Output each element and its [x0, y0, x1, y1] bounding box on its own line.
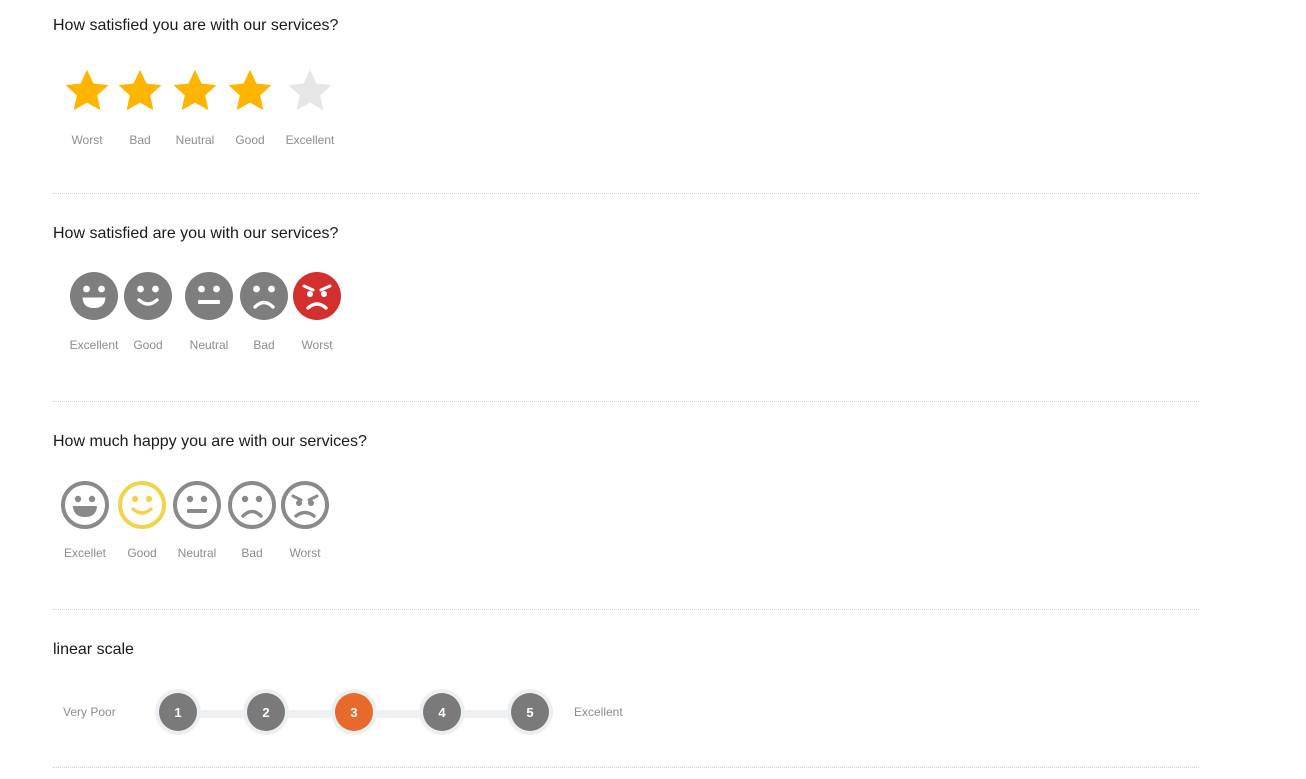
face-rating-section: How satisfied are you with our services?… [53, 208, 1199, 401]
face-option-label: Excellent [69, 338, 119, 352]
face-rating-question: How satisfied are you with our services? [53, 225, 339, 242]
angry-face-icon [293, 272, 341, 320]
face-option-label: Bad [253, 338, 275, 352]
face-option-neutral[interactable]: Neutral [179, 272, 239, 352]
star-option-label: Neutral [175, 133, 215, 147]
outline-face-rating-section: How much happy you are with our services… [53, 416, 1199, 609]
star-option-label: Excellent [285, 133, 335, 147]
outline-face-option-label: Bad [241, 546, 263, 560]
star-rating-question: How satisfied you are with our services? [53, 17, 339, 34]
scale-min-label: Very Poor [63, 705, 116, 719]
star-option-label: Bad [129, 133, 151, 147]
star-icon [285, 66, 335, 116]
star-rating-section: How satisfied you are with our services?… [53, 0, 1199, 193]
section-divider [53, 193, 1199, 194]
face-option-good[interactable]: Good [124, 272, 172, 352]
star-option-good[interactable]: Good [220, 66, 280, 147]
outline-face-option-label: Worst [289, 546, 321, 560]
face-option-excellent[interactable]: Excellent [64, 272, 124, 352]
face-option-label: Worst [301, 338, 333, 352]
outline-face-option-worst[interactable]: Worst [275, 480, 335, 560]
face-option-label: Good [133, 338, 163, 352]
neutral-face-icon [185, 272, 233, 320]
outline-face-option-good[interactable]: Good [112, 480, 172, 560]
star-option-label: Worst [71, 133, 103, 147]
grinning-face-icon [70, 272, 118, 320]
linear-scale-question: linear scale [53, 641, 134, 658]
section-divider [53, 401, 1199, 402]
star-option-worst[interactable]: Worst [57, 66, 117, 147]
scale-step-4[interactable]: 4 [423, 693, 461, 731]
star-icon [225, 66, 275, 116]
outline-face-option-excellet[interactable]: Excellet [55, 480, 115, 560]
angry-face-outline-icon [280, 480, 330, 530]
section-divider [53, 767, 1199, 768]
star-icon [62, 66, 112, 116]
scale-step-1[interactable]: 1 [159, 693, 197, 731]
section-divider [53, 609, 1199, 610]
outline-face-option-label: Good [127, 546, 157, 560]
outline-face-rating-question: How much happy you are with our services… [53, 433, 367, 450]
scale-step-5[interactable]: 5 [511, 693, 549, 731]
grinning-face-outline-icon [60, 480, 110, 530]
scale-step-3[interactable]: 3 [335, 693, 373, 731]
outline-face-option-neutral[interactable]: Neutral [167, 480, 227, 560]
smiling-face-icon [124, 272, 172, 320]
outline-face-option-bad[interactable]: Bad [222, 480, 282, 560]
face-option-bad[interactable]: Bad [234, 272, 294, 352]
face-option-worst[interactable]: Worst [287, 272, 347, 352]
star-option-neutral[interactable]: Neutral [165, 66, 225, 147]
neutral-face-outline-icon [172, 480, 222, 530]
star-option-label: Good [235, 133, 265, 147]
smiling-face-outline-icon [117, 480, 167, 530]
sad-face-icon [240, 272, 288, 320]
star-option-bad[interactable]: Bad [110, 66, 170, 147]
outline-face-option-label: Neutral [177, 546, 217, 560]
star-icon [170, 66, 220, 116]
scale-max-label: Excellent [574, 705, 623, 719]
outline-face-option-label: Excellet [63, 546, 107, 560]
linear-scale-section: linear scale Very Poor 1 2 3 4 5 Excelle… [53, 624, 1199, 767]
star-option-excellent[interactable]: Excellent [275, 66, 345, 147]
scale-step-2[interactable]: 2 [247, 693, 285, 731]
star-icon [115, 66, 165, 116]
sad-face-outline-icon [227, 480, 277, 530]
face-option-label: Neutral [189, 338, 229, 352]
